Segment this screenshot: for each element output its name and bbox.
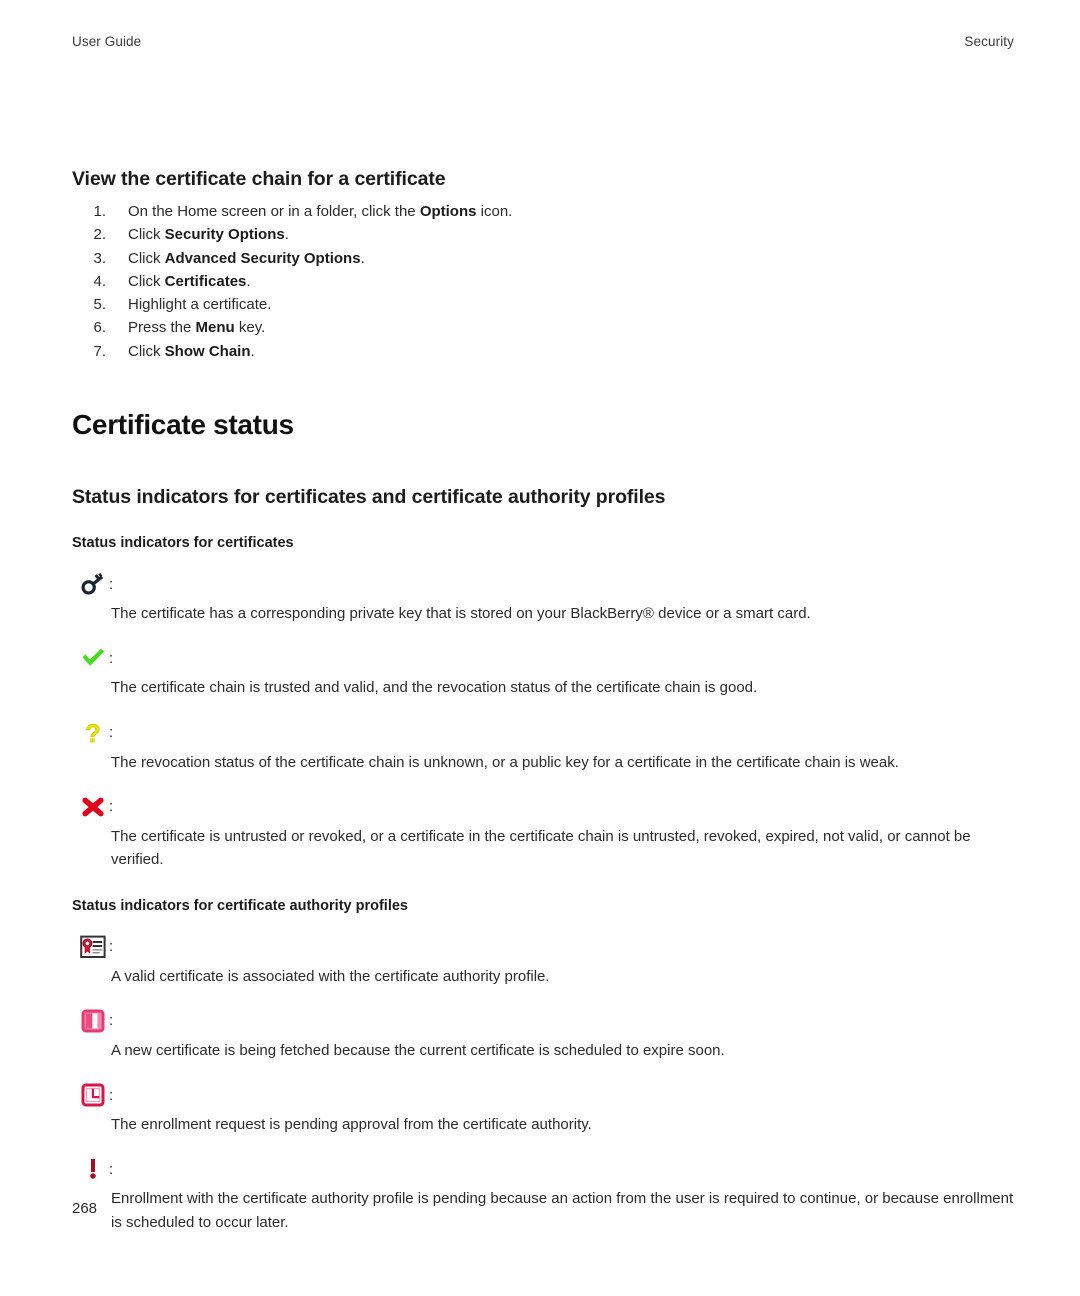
step-number: 1. (93, 203, 106, 220)
svg-text:?: ? (85, 720, 100, 747)
fetching-certificate-icon (78, 1006, 108, 1036)
indicator-description: The revocation status of the certificate… (111, 753, 899, 771)
subtopic-heading-authority-profiles: Status indicators for certificate author… (72, 897, 408, 914)
status-indicator-row: : Enrollment with the certificate author… (72, 1154, 1020, 1234)
step-text-before: Click (128, 249, 165, 267)
chapter-heading: Certificate status (72, 409, 294, 441)
step-item: 2. Click Security Options. (72, 223, 1020, 246)
step-text-bold: Menu (195, 319, 235, 337)
step-text: Click Security Options. (128, 223, 1020, 246)
step-number: 5. (93, 296, 106, 314)
step-text-after: . (246, 272, 251, 290)
step-text-after: . (284, 226, 289, 244)
indicator-colon: : (109, 938, 114, 956)
red-exclamation-icon (78, 1154, 108, 1184)
indicator-marker: : (78, 1080, 1020, 1110)
step-text-before: Click (128, 272, 165, 290)
step-number: 2. (93, 226, 106, 244)
step-number: 3. (93, 249, 106, 267)
status-indicator-row: : A valid certificate is associated with… (72, 932, 1020, 988)
indicator-marker: : (78, 569, 1020, 599)
step-text: On the Home screen or in a folder, click… (128, 200, 1020, 223)
step-text-bold: Advanced Security Options (164, 249, 361, 267)
page-number: 268 (72, 1200, 98, 1217)
green-check-icon (78, 643, 108, 673)
step-text: Click Show Chain. (128, 340, 1020, 363)
procedure-steps: 1. On the Home screen or in a folder, cl… (72, 200, 1020, 363)
step-text-bold: Show Chain (164, 342, 251, 360)
step-text: Click Certificates. (128, 270, 1020, 293)
indicator-marker: : (78, 1006, 1020, 1036)
certificate-seal-icon (78, 932, 108, 962)
step-text-bold: Certificates (164, 272, 247, 290)
yellow-question-mark-icon: ? (78, 718, 108, 748)
indicator-description: A new certificate is being fetched becau… (111, 1041, 725, 1059)
step-text: Highlight a certificate. (128, 293, 1020, 316)
indicator-marker: ? : (78, 718, 1020, 748)
step-text-before: Click (128, 226, 165, 244)
indicator-marker: : (78, 932, 1020, 962)
indicator-marker: : (78, 792, 1020, 822)
status-indicator-row: : The certificate has a corresponding pr… (72, 569, 1020, 625)
section-heading: View the certificate chain for a certifi… (72, 168, 446, 190)
red-x-icon (78, 792, 108, 822)
step-item: 3. Click Advanced Security Options. (72, 247, 1020, 270)
step-number: 7. (93, 342, 106, 360)
subtopic-heading-certificates: Status indicators for certificates (72, 535, 294, 552)
indicator-description: Enrollment with the certificate authorit… (111, 1190, 1014, 1231)
indicator-colon: : (109, 1160, 114, 1178)
step-item: 6. Press the Menu key. (72, 316, 1020, 339)
step-text-after: key. (234, 319, 266, 337)
step-text-after: . (360, 249, 365, 267)
step-number: 6. (93, 319, 106, 337)
step-text-before: Click (128, 342, 165, 360)
step-text-after: . (250, 342, 255, 360)
indicator-colon: : (109, 724, 114, 742)
indicator-colon: : (109, 1012, 114, 1030)
pending-clock-icon (78, 1080, 108, 1110)
document-page: User Guide Security View the certificate… (0, 0, 1080, 1296)
indicator-colon: : (109, 575, 114, 593)
step-text-before: On the Home screen or in a folder, click… (128, 203, 420, 220)
status-indicator-row: : The enrollment request is pending appr… (72, 1080, 1020, 1136)
indicator-description: A valid certificate is associated with t… (111, 967, 550, 985)
page-content: View the certificate chain for a certifi… (72, 168, 1020, 1234)
step-text-bold: Security Options (164, 226, 285, 244)
topic-heading: Status indicators for certificates and c… (72, 486, 666, 509)
step-number: 4. (93, 272, 106, 290)
step-item: 4. Click Certificates. (72, 270, 1020, 293)
step-item: 1. On the Home screen or in a folder, cl… (72, 200, 1020, 223)
step-item: 7. Click Show Chain. (72, 340, 1020, 363)
step-text-before: Press the (128, 319, 196, 337)
status-indicator-row: : The certificate is untrusted or revoke… (72, 792, 1020, 872)
status-indicator-row: : The certificate chain is trusted and v… (72, 643, 1020, 699)
indicator-description: The certificate chain is trusted and val… (111, 679, 758, 697)
status-indicator-row: : A new certificate is being fetched bec… (72, 1006, 1020, 1062)
step-text-after: icon. (476, 203, 513, 220)
indicator-colon: : (109, 1086, 114, 1104)
running-head: User Guide Security (72, 34, 1014, 49)
indicator-description: The certificate is untrusted or revoked,… (111, 827, 971, 869)
indicator-description: The certificate has a corresponding priv… (111, 605, 811, 623)
running-head-left: User Guide (72, 34, 142, 49)
indicator-description: The enrollment request is pending approv… (111, 1116, 592, 1134)
step-item: 5. Highlight a certificate. (72, 293, 1020, 316)
key-icon (78, 569, 108, 599)
indicator-marker: : (78, 1154, 1020, 1184)
step-text-bold: Options (419, 203, 477, 220)
running-head-right: Security (964, 34, 1014, 49)
indicator-colon: : (109, 798, 114, 816)
step-text: Click Advanced Security Options. (128, 247, 1020, 270)
step-text-before: Highlight a certificate. (128, 296, 272, 314)
indicator-colon: : (109, 649, 114, 667)
indicator-marker: : (78, 643, 1020, 673)
status-indicator-row: ? : The revocation status of the certifi… (72, 718, 1020, 774)
step-text: Press the Menu key. (128, 316, 1020, 339)
